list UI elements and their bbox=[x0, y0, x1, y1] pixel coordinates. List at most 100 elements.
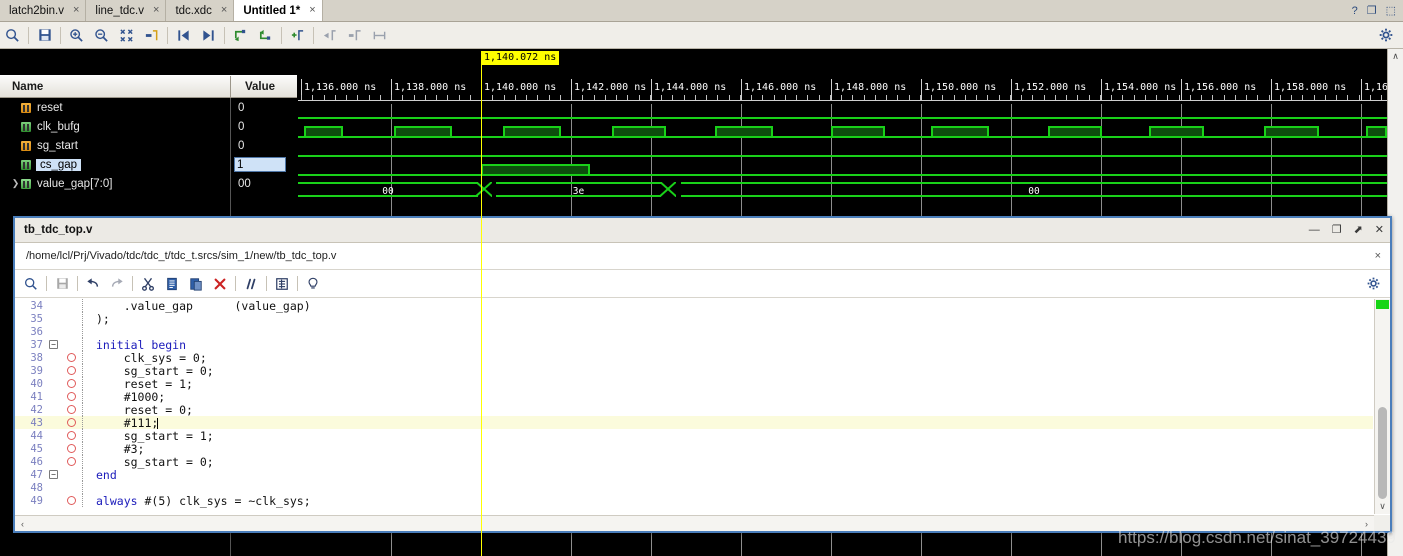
code-line[interactable]: 49 always #(5) clk_sys = ~clk_sys; bbox=[15, 494, 1373, 508]
code-line[interactable]: 41 #1000; bbox=[15, 390, 1373, 404]
cut-icon[interactable] bbox=[137, 273, 159, 295]
zoom-fit-icon[interactable] bbox=[115, 24, 138, 47]
breakpoint-icon[interactable] bbox=[60, 444, 82, 453]
wave-lane-value-gap[interactable]: 00 3e 00 bbox=[298, 180, 1387, 199]
minimize-icon[interactable]: — bbox=[1303, 224, 1326, 236]
code-line[interactable]: 42 reset = 0; bbox=[15, 403, 1373, 417]
chevron-right-icon[interactable]: ❯ bbox=[10, 178, 21, 189]
editor-title-bar[interactable]: tb_tdc_top.v — ❐ ⬈ ✕ bbox=[15, 218, 1390, 243]
breakpoint-icon[interactable] bbox=[60, 496, 82, 505]
signal-value-reset: 0 bbox=[238, 101, 245, 114]
scroll-left-icon[interactable]: ‹ bbox=[15, 516, 30, 531]
close-icon[interactable]: × bbox=[221, 5, 227, 16]
code-line[interactable]: 44 sg_start = 1; bbox=[15, 429, 1373, 443]
undo-icon[interactable] bbox=[82, 273, 104, 295]
search-icon[interactable] bbox=[1, 24, 24, 47]
cursor-line[interactable] bbox=[481, 104, 482, 556]
add-marker-up-icon[interactable] bbox=[254, 24, 277, 47]
next-marker-icon[interactable] bbox=[343, 24, 366, 47]
tab-tdc-xdc[interactable]: tdc.xdc × bbox=[166, 0, 235, 21]
code-line[interactable]: 35); bbox=[15, 312, 1373, 326]
code-line[interactable]: 47− end bbox=[15, 468, 1373, 482]
gear-icon[interactable] bbox=[1362, 273, 1384, 295]
code-line[interactable]: 40 reset = 1; bbox=[15, 377, 1373, 391]
breakpoint-icon[interactable] bbox=[60, 379, 82, 388]
column-header-name[interactable]: Name bbox=[0, 76, 231, 97]
signal-row-value-gap[interactable]: ❯ value_gap[7:0] bbox=[0, 174, 230, 193]
code-line[interactable]: 39 sg_start = 0; bbox=[15, 364, 1373, 378]
signal-row-reset[interactable]: reset bbox=[0, 98, 230, 117]
help-icon[interactable]: ? bbox=[1352, 5, 1358, 17]
hint-icon[interactable] bbox=[302, 273, 324, 295]
indent-icon[interactable] bbox=[271, 273, 293, 295]
zoom-out-icon[interactable] bbox=[90, 24, 113, 47]
tab-line-tdc[interactable]: line_tdc.v × bbox=[86, 0, 167, 21]
scrollbar-thumb[interactable] bbox=[1378, 407, 1387, 499]
measure-icon[interactable] bbox=[368, 24, 391, 47]
restore-window-icon[interactable]: ❐ bbox=[1367, 4, 1377, 17]
close-icon[interactable]: × bbox=[73, 5, 79, 16]
column-header-value[interactable]: Value bbox=[231, 76, 297, 97]
breakpoint-icon[interactable] bbox=[60, 366, 82, 375]
code-line[interactable]: 36 bbox=[15, 325, 1373, 338]
gear-icon[interactable] bbox=[1374, 24, 1397, 47]
breakpoint-icon[interactable] bbox=[60, 457, 82, 466]
signal-row-sg-start[interactable]: sg_start bbox=[0, 136, 230, 155]
wave-lane-cs-gap[interactable] bbox=[298, 161, 1387, 180]
previous-transition-icon[interactable] bbox=[172, 24, 195, 47]
search-icon[interactable] bbox=[20, 273, 42, 295]
float-window-icon[interactable]: ⬚ bbox=[1386, 4, 1396, 17]
breakpoint-icon[interactable] bbox=[60, 353, 82, 362]
paste-icon[interactable] bbox=[185, 273, 207, 295]
breakpoint-icon[interactable] bbox=[60, 392, 82, 401]
copy-icon[interactable] bbox=[161, 273, 183, 295]
maximize-icon[interactable]: ❐ bbox=[1326, 224, 1348, 236]
cursor-line-ruler[interactable] bbox=[481, 63, 482, 104]
close-icon[interactable]: × bbox=[153, 5, 159, 16]
breakpoint-icon[interactable] bbox=[60, 431, 82, 440]
fold-toggle-icon[interactable]: − bbox=[47, 470, 60, 479]
breakpoint-icon[interactable] bbox=[60, 405, 82, 414]
scroll-right-icon[interactable]: › bbox=[1359, 516, 1374, 531]
save-icon[interactable] bbox=[33, 24, 56, 47]
comment-icon[interactable] bbox=[240, 273, 262, 295]
next-transition-icon[interactable] bbox=[197, 24, 220, 47]
close-tab-icon[interactable]: × bbox=[1375, 250, 1390, 262]
goto-cursor-icon[interactable] bbox=[140, 24, 163, 47]
wave-lane-sg-start[interactable] bbox=[298, 142, 1387, 161]
code-line[interactable]: 45 #3; bbox=[15, 442, 1373, 456]
scroll-up-icon[interactable]: ∧ bbox=[1388, 49, 1403, 64]
time-ruler[interactable]: 1,140.072 ns 1,136.000 ns 1,138.000 ns 1… bbox=[298, 49, 1387, 104]
delete-icon[interactable] bbox=[209, 273, 231, 295]
close-icon[interactable]: × bbox=[309, 5, 315, 16]
wave-lane-clk-bufg[interactable] bbox=[298, 123, 1387, 142]
code-line[interactable]: 38 clk_sys = 0; bbox=[15, 351, 1373, 365]
float-icon[interactable]: ⬈ bbox=[1348, 224, 1369, 236]
signal-value-cs-gap[interactable]: 1 bbox=[234, 157, 286, 172]
breakpoint-icon[interactable] bbox=[60, 418, 82, 427]
add-marker-down-icon[interactable] bbox=[229, 24, 252, 47]
signal-row-cs-gap[interactable]: cs_gap bbox=[0, 155, 230, 174]
signal-row-clk-bufg[interactable]: clk_bufg bbox=[0, 117, 230, 136]
tab-latch2bin[interactable]: latch2bin.v × bbox=[0, 0, 87, 21]
code-line[interactable]: 43 #111; bbox=[15, 416, 1373, 430]
code-line[interactable]: 48 bbox=[15, 481, 1373, 494]
save-icon[interactable] bbox=[51, 273, 73, 295]
zoom-in-icon[interactable] bbox=[65, 24, 88, 47]
code-line[interactable]: 37− initial begin bbox=[15, 338, 1373, 352]
line-number: 43 bbox=[30, 416, 43, 429]
add-divider-icon[interactable] bbox=[286, 24, 309, 47]
scroll-down-icon[interactable]: ∨ bbox=[1375, 499, 1390, 514]
previous-marker-icon[interactable] bbox=[318, 24, 341, 47]
editor-vertical-scrollbar[interactable]: ∧ ∨ bbox=[1374, 299, 1390, 514]
tab-untitled-1[interactable]: Untitled 1* × bbox=[234, 0, 323, 21]
close-icon[interactable]: ✕ bbox=[1369, 224, 1390, 236]
code-line[interactable]: 34 .value_gap (value_gap) bbox=[15, 299, 1373, 313]
redo-icon[interactable] bbox=[106, 273, 128, 295]
wave-low-level bbox=[298, 174, 1387, 176]
code-line[interactable]: 46 sg_start = 0; bbox=[15, 455, 1373, 469]
fold-toggle-icon[interactable]: − bbox=[47, 340, 60, 349]
editor-horizontal-scrollbar[interactable]: ‹ › bbox=[15, 515, 1374, 531]
code-view[interactable]: 34 .value_gap (value_gap) 35); 36 37− initia… bbox=[15, 299, 1373, 514]
wave-lane-reset[interactable] bbox=[298, 104, 1387, 123]
